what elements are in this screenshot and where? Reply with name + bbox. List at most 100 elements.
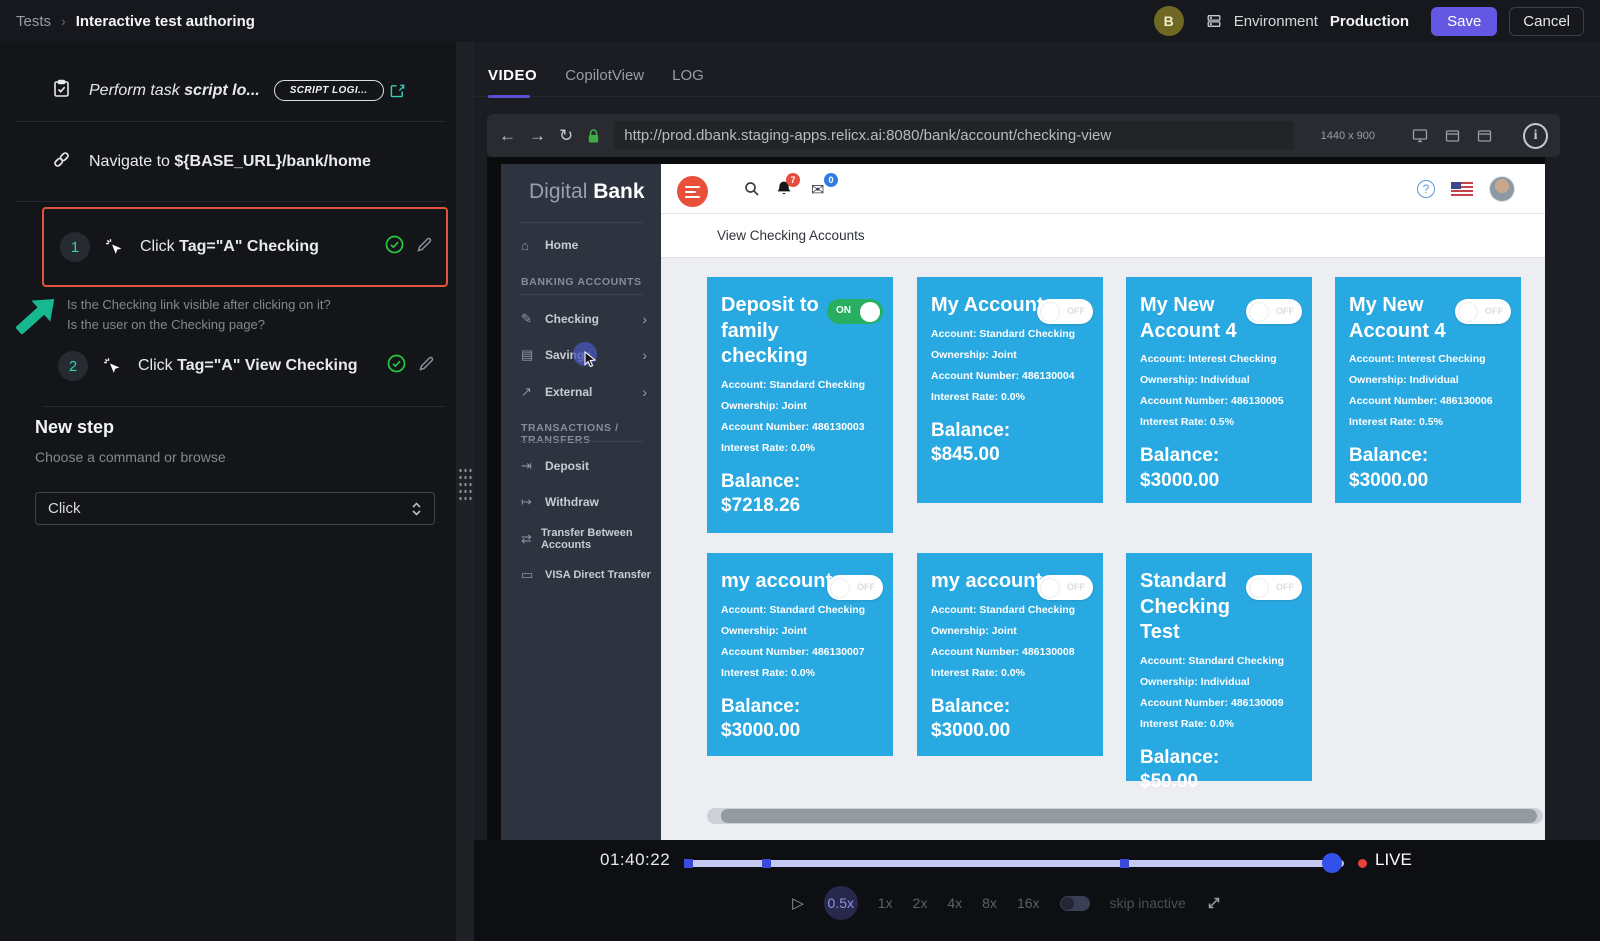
help-icon[interactable]: ?	[1417, 180, 1435, 198]
bank-nav-home[interactable]: ⌂ Home	[501, 228, 661, 262]
assertion-question: Is the Checking link visible after click…	[67, 295, 331, 315]
account-card[interactable]: My New Account 4 OFF Account: Interest C…	[1335, 277, 1521, 503]
forward-icon[interactable]: →	[529, 127, 546, 144]
language-flag-icon[interactable]	[1451, 182, 1473, 196]
search-icon[interactable]	[744, 181, 760, 202]
tab-video[interactable]: VIDEO	[488, 67, 537, 84]
info-icon[interactable]: i	[1523, 123, 1548, 149]
speed-16x-button[interactable]: 16x	[1017, 895, 1040, 911]
play-icon[interactable]: ▷	[792, 894, 804, 912]
window-icon[interactable]	[1477, 129, 1492, 143]
external-link-icon: ↗	[521, 384, 545, 400]
transfer-icon: ⇄	[521, 531, 541, 547]
live-label: LIVE	[1375, 850, 1412, 870]
bank-topbar: 7 ✉ 0 ?	[661, 164, 1545, 214]
app-root: Tests › Interactive test authoring B Env…	[0, 0, 1600, 941]
step-perform-task[interactable]: Perform task script lo... SCRIPT LOGI...	[16, 60, 446, 122]
user-avatar[interactable]	[1489, 176, 1515, 202]
command-select[interactable]: Click	[35, 492, 435, 525]
window-icon[interactable]	[1445, 129, 1460, 143]
account-type: Account: Standard Checking	[931, 604, 1089, 616]
account-toggle[interactable]: OFF	[1037, 575, 1093, 600]
step-navigate[interactable]: Navigate to ${BASE_URL}/bank/home	[16, 122, 446, 202]
test-steps-panel: Perform task script lo... SCRIPT LOGI...…	[0, 42, 456, 941]
save-button[interactable]: Save	[1431, 7, 1497, 36]
speed-0.5x-button[interactable]: 0.5x	[824, 886, 858, 920]
horizontal-scrollbar[interactable]	[707, 808, 1543, 824]
step-2[interactable]: 2 Click Tag="A" View Checking	[42, 343, 448, 389]
command-select-value: Click	[48, 500, 81, 517]
panel-drag-handle[interactable]	[458, 467, 473, 503]
timeline-playhead[interactable]	[1322, 853, 1342, 873]
bank-nav-checking[interactable]: ✎ Checking ›	[501, 302, 661, 336]
account-toggle[interactable]: ON	[827, 299, 883, 324]
account-toggle[interactable]: OFF	[1455, 299, 1511, 324]
account-balance: Balance:$7218.26	[721, 470, 879, 519]
tab-copilotview[interactable]: CopilotView	[565, 67, 644, 84]
new-step-subtitle: Choose a command or browse	[35, 449, 226, 465]
speed-2x-button[interactable]: 2x	[913, 895, 928, 911]
playback-timestamp: 01:40:22	[600, 850, 670, 870]
account-card[interactable]: my account OFF Account: Standard Checkin…	[917, 553, 1103, 756]
monitor-icon[interactable]	[1412, 128, 1428, 143]
cancel-button[interactable]: Cancel	[1509, 7, 1584, 36]
tab-log[interactable]: LOG	[672, 67, 704, 84]
skip-inactive-toggle[interactable]	[1060, 896, 1090, 911]
account-card[interactable]: my account OFF Account: Standard Checkin…	[707, 553, 893, 756]
speed-1x-button[interactable]: 1x	[878, 895, 893, 911]
sidebar-toggle-button[interactable]	[677, 176, 708, 207]
environment-icon	[1206, 13, 1222, 29]
bank-nav-transfer-between-accounts[interactable]: ⇄ Transfer Between Accounts	[501, 522, 661, 556]
timeline-track[interactable]	[684, 860, 1344, 867]
edit-step-icon[interactable]	[416, 237, 432, 258]
account-card[interactable]: My Account OFF Account: Standard Checkin…	[917, 277, 1103, 503]
step-1-highlighted[interactable]: 1 Click Tag="A" Checking	[42, 207, 448, 287]
bank-nav-withdraw[interactable]: ↦ Withdraw	[501, 485, 661, 519]
environment-value[interactable]: Production	[1330, 13, 1409, 30]
url-input[interactable]: http://prod.dbank.staging-apps.relicx.ai…	[614, 121, 1293, 150]
chevron-right-icon: ›	[642, 311, 647, 327]
edit-step-icon[interactable]	[418, 356, 434, 377]
breadcrumb-tests-link[interactable]: Tests	[16, 13, 51, 30]
timeline-event-marker[interactable]	[1120, 859, 1129, 868]
bank-logo: Digital Bank	[529, 180, 645, 204]
speed-8x-button[interactable]: 8x	[982, 895, 997, 911]
account-balance: Balance:$50.00	[1140, 746, 1298, 795]
mail-icon[interactable]: ✉	[811, 180, 824, 200]
account-toggle[interactable]: OFF	[1037, 299, 1093, 324]
account-card[interactable]: Standard Checking Test OFF Account: Stan…	[1126, 553, 1312, 781]
account-ownership: Ownership: Individual	[1140, 374, 1298, 386]
bank-nav-deposit[interactable]: ⇥ Deposit	[501, 449, 661, 483]
back-icon[interactable]: ←	[499, 127, 516, 144]
edit-script-icon[interactable]	[390, 83, 405, 98]
account-toggle[interactable]: OFF	[1246, 575, 1302, 600]
account-toggle[interactable]: OFF	[827, 575, 883, 600]
scrollbar-thumb[interactable]	[721, 809, 1537, 823]
account-card[interactable]: My New Account 4 OFF Account: Interest C…	[1126, 277, 1312, 503]
account-toggle[interactable]: OFF	[1246, 299, 1302, 324]
account-card[interactable]: Deposit to family checking ON Account: S…	[707, 277, 893, 533]
timeline-event-marker[interactable]	[762, 859, 771, 868]
timeline-event-marker[interactable]	[684, 859, 693, 868]
breadcrumb-separator-icon: ›	[61, 13, 66, 29]
fullscreen-icon[interactable]	[1206, 895, 1222, 911]
avatar[interactable]: B	[1154, 6, 1184, 36]
account-balance: Balance:$3000.00	[931, 695, 1089, 744]
account-type: Account: Standard Checking	[931, 328, 1089, 340]
account-number: Account Number: 486130008	[931, 646, 1089, 658]
account-interest-rate: Interest Rate: 0.5%	[1349, 416, 1507, 428]
chevron-right-icon: ›	[642, 347, 647, 363]
account-interest-rate: Interest Rate: 0.0%	[1140, 718, 1298, 730]
divider	[42, 406, 446, 407]
speed-4x-button[interactable]: 4x	[947, 895, 962, 911]
reload-icon[interactable]: ↻	[559, 127, 573, 144]
bank-nav-external[interactable]: ↗ External ›	[501, 375, 661, 409]
bank-nav-section-banking: BANKING ACCOUNTS	[521, 276, 642, 288]
script-logic-badge[interactable]: SCRIPT LOGI...	[274, 80, 384, 101]
step-navigate-label: Navigate to ${BASE_URL}/bank/home	[89, 153, 371, 171]
divider	[519, 222, 643, 223]
bank-nav-visa-direct-transfer[interactable]: ▭ VISA Direct Transfer	[501, 558, 661, 592]
cursor-click-icon	[104, 237, 124, 257]
panel-resize-gutter	[456, 42, 474, 941]
video-viewport[interactable]: Digital Bank ⌂ Home BANKING ACCOUNTS ✎ C…	[487, 157, 1545, 840]
